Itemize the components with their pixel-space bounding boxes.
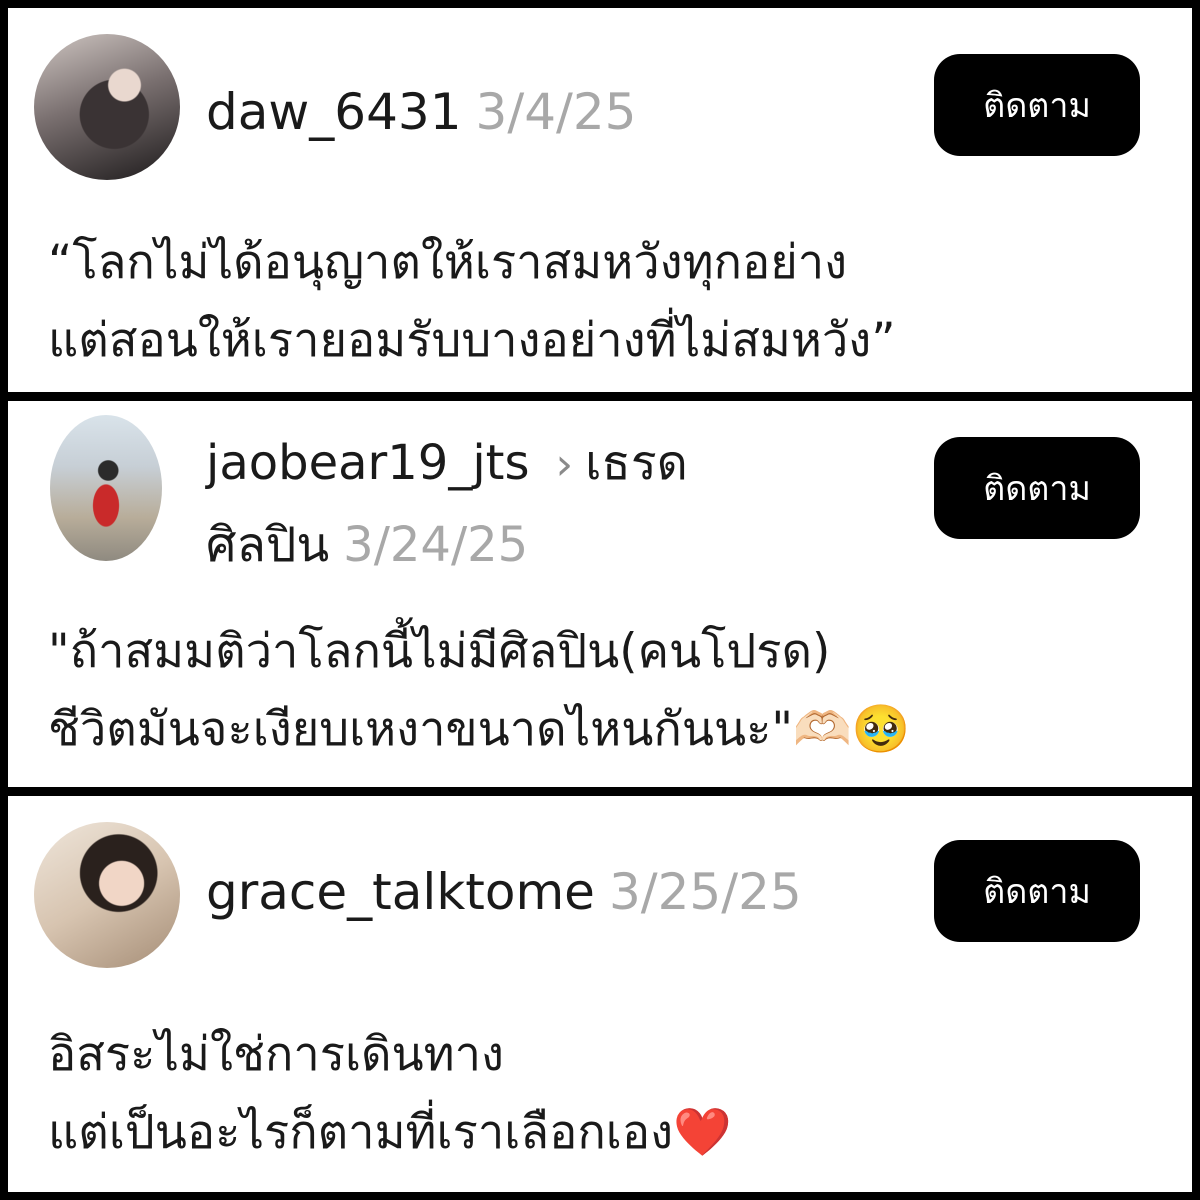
post-card: daw_6431 3/4/25 ติดตาม “โลกไม่ได้อนุญาตให… (8, 8, 1192, 392)
post-card: jaobear19_jts › เธรด ศิลปิน 3/24/25 ติดตาม … (8, 401, 1192, 787)
post-text-line: ชีวิตมันจะเงียบเหงาขนาดไหนกันนะ"🫶🏻🥹 (48, 702, 911, 757)
topic-tag[interactable]: เธรด (585, 435, 688, 491)
avatar[interactable] (34, 822, 180, 968)
post-header: jaobear19_jts › เธรด ศิลปิน 3/24/25 (206, 423, 826, 585)
post-card: grace_talktome 3/25/25 ติดตาม อิสระไม่ใช่… (8, 796, 1192, 1192)
post-date: 3/25/25 (608, 863, 802, 921)
username[interactable]: jaobear19_jts (206, 435, 530, 491)
post-text-line: แต่สอนให้เรายอมรับบางอย่างที่ไม่สมหวัง” (48, 313, 896, 368)
follow-button[interactable]: ติดตาม (934, 54, 1140, 156)
follow-button[interactable]: ติดตาม (934, 840, 1140, 942)
follow-button[interactable]: ติดตาม (934, 437, 1140, 539)
post-text: “โลกไม่ได้อนุญาตให้เราสมหวังทุกอย่าง แต่… (48, 224, 1168, 380)
post-date: 3/4/25 (475, 83, 637, 141)
username[interactable]: daw_6431 (206, 83, 462, 141)
post-text-line: อิสระไม่ใช่การเดินทาง (48, 1027, 505, 1082)
post-header: grace_talktome 3/25/25 (206, 862, 802, 922)
thread-feed: daw_6431 3/4/25 ติดตาม “โลกไม่ได้อนุญาตให… (0, 0, 1200, 1200)
avatar[interactable] (34, 34, 180, 180)
post-text-line: “โลกไม่ได้อนุญาตให้เราสมหวังทุกอย่าง (48, 235, 848, 290)
avatar[interactable] (50, 415, 162, 561)
post-text: อิสระไม่ใช่การเดินทาง แต่เป็นอะไรก็ตามที… (48, 1016, 1168, 1172)
post-text-line: แต่เป็นอะไรก็ตามที่เราเลือกเอง❤️ (48, 1105, 732, 1160)
username[interactable]: grace_talktome (206, 863, 595, 921)
post-date: 3/24/25 (343, 517, 529, 573)
chevron-right-icon: › (555, 439, 574, 490)
topic-tag-continued[interactable]: ศิลปิน (206, 517, 329, 573)
post-text-line: "ถ้าสมมติว่าโลกนี้ไม่มีศิลปิน(คนโปรด) (48, 624, 831, 679)
post-text: "ถ้าสมมติว่าโลกนี้ไม่มีศิลปิน(คนโปรด) ชี… (48, 613, 1168, 769)
post-header: daw_6431 3/4/25 (206, 82, 636, 142)
